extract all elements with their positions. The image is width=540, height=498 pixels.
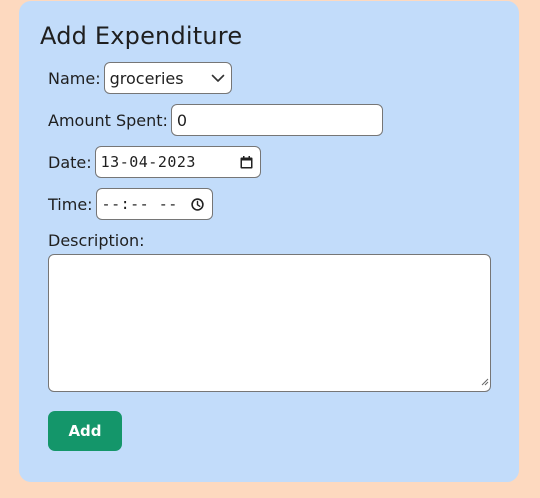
name-select-value: groceries — [109, 68, 184, 88]
description-textarea[interactable] — [48, 254, 491, 392]
time-row: Time: --:-- -- — [48, 188, 213, 220]
amount-input-value: 0 — [176, 110, 188, 130]
clock-icon[interactable] — [190, 197, 204, 211]
chevron-down-icon — [211, 74, 225, 83]
description-label: Description: — [48, 231, 145, 250]
date-row: Date: 13-04-2023 — [48, 146, 261, 178]
name-row: Name: groceries — [48, 62, 232, 94]
calendar-icon[interactable] — [240, 155, 253, 169]
date-label: Date: — [48, 152, 92, 172]
time-input-value: --:-- -- — [101, 195, 178, 213]
name-label: Name: — [48, 68, 101, 88]
resize-handle-icon[interactable] — [480, 371, 489, 390]
time-label: Time: — [48, 194, 93, 214]
date-input-value: 13-04-2023 — [100, 153, 196, 171]
date-input[interactable]: 13-04-2023 — [94, 146, 261, 178]
form-title: Add Expenditure — [40, 22, 243, 50]
add-button[interactable]: Add — [48, 411, 122, 451]
amount-row: Amount Spent: 0 — [48, 104, 383, 136]
name-select[interactable]: groceries — [103, 62, 232, 94]
expenditure-form-card: Add Expenditure Name: groceries Amount S… — [19, 1, 519, 482]
amount-input[interactable]: 0 — [170, 104, 383, 136]
amount-label: Amount Spent: — [48, 110, 168, 130]
time-input[interactable]: --:-- -- — [95, 188, 213, 220]
